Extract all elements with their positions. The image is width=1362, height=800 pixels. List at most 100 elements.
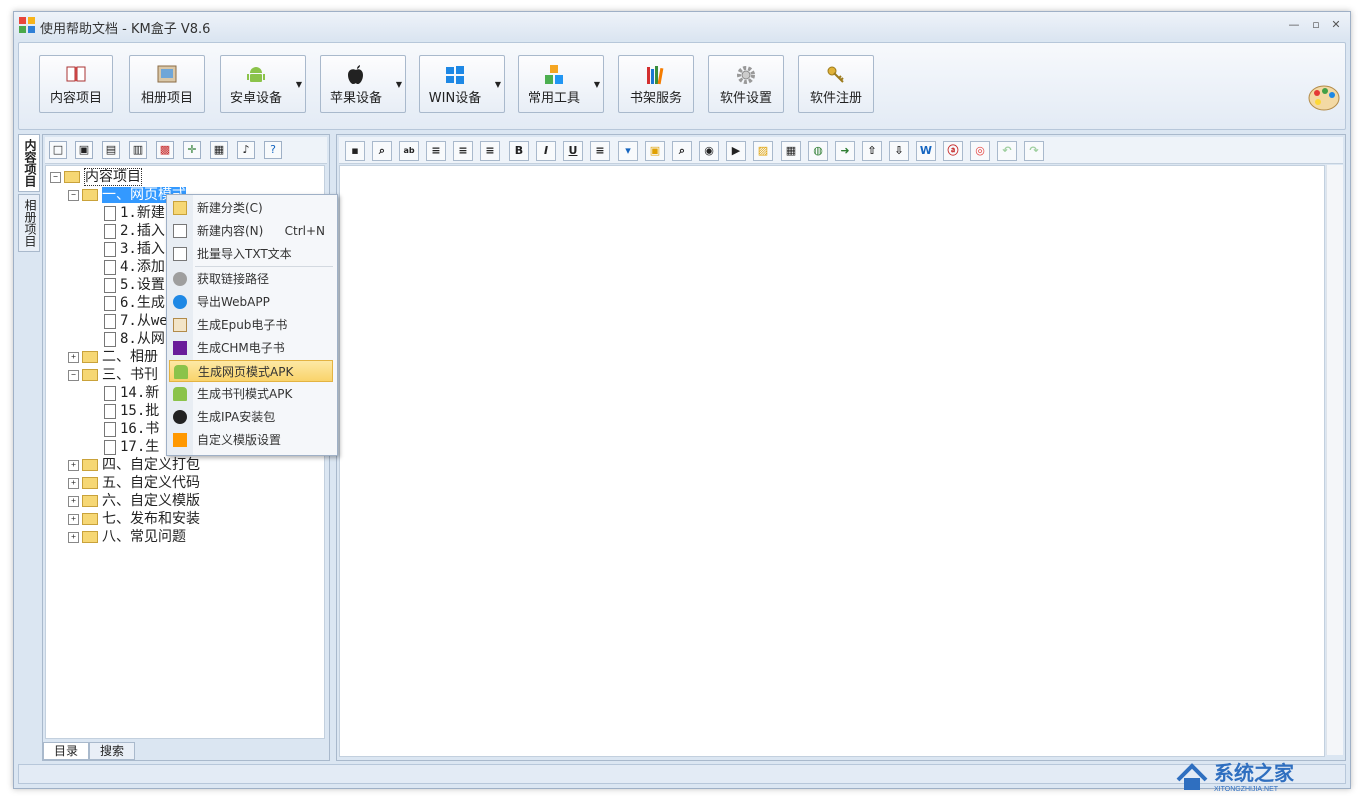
- import-text-icon[interactable]: ⇩: [889, 141, 909, 161]
- strikethrough-icon[interactable]: ≡: [590, 141, 610, 161]
- undo-icon[interactable]: ↶: [997, 141, 1017, 161]
- tree-leaf[interactable]: 4.添加: [104, 258, 165, 276]
- tree-node[interactable]: + 二、相册: [68, 348, 158, 366]
- document-icon: [104, 295, 116, 311]
- tab-directory[interactable]: 目录: [43, 742, 90, 760]
- import-text-icon: [173, 247, 187, 261]
- tree-leaf[interactable]: 14.新: [104, 384, 159, 402]
- insert-image-icon[interactable]: ▨: [753, 141, 773, 161]
- tree-leaf[interactable]: 8.从网: [104, 330, 165, 348]
- menu-item-export-webapp[interactable]: 导出WebAPP: [169, 291, 333, 313]
- chevron-down-icon[interactable]: ▼: [396, 80, 402, 89]
- import-icon[interactable]: ▤: [102, 141, 120, 159]
- apple-device-button[interactable]: 苹果设备 ▼: [320, 55, 406, 113]
- tree-node[interactable]: + 四、自定义打包: [68, 456, 200, 474]
- zoom-icon[interactable]: ⌕: [672, 141, 692, 161]
- menu-item-generate-epub[interactable]: 生成Epub电子书: [169, 314, 333, 336]
- help-icon[interactable]: ?: [264, 141, 282, 159]
- software-settings-button[interactable]: 软件设置: [708, 55, 784, 113]
- tree-leaf[interactable]: 16.书: [104, 420, 159, 438]
- dropdown-icon[interactable]: ▾: [618, 141, 638, 161]
- chrome-icon[interactable]: ◎: [970, 141, 990, 161]
- minimize-icon[interactable]: —: [1286, 18, 1302, 32]
- software-register-button[interactable]: 软件注册: [798, 55, 874, 113]
- chevron-down-icon[interactable]: ▼: [594, 80, 600, 89]
- bold-icon[interactable]: B: [509, 141, 529, 161]
- folder-icon: [82, 351, 98, 363]
- tree-root[interactable]: − 内容项目: [50, 168, 142, 186]
- save-icon[interactable]: ▪: [345, 141, 365, 161]
- find-icon[interactable]: ⌕: [372, 141, 392, 161]
- image-icon[interactable]: ▩: [156, 141, 174, 159]
- bookshelf-service-button[interactable]: 书架服务: [618, 55, 694, 113]
- pdf-icon[interactable]: ⓐ: [943, 141, 963, 161]
- link-icon[interactable]: ◍: [808, 141, 828, 161]
- tree-node[interactable]: + 八、常见问题: [68, 528, 186, 546]
- redo-icon[interactable]: ↷: [1024, 141, 1044, 161]
- editor-area[interactable]: [339, 165, 1325, 757]
- audio-icon[interactable]: ♪: [237, 141, 255, 159]
- menu-item-custom-template-settings[interactable]: 自定义模版设置: [169, 429, 333, 451]
- tree-leaf[interactable]: 1.新建: [104, 204, 165, 222]
- menu-item-generate-ipa[interactable]: 生成IPA安装包: [169, 406, 333, 428]
- color-icon[interactable]: ◉: [699, 141, 719, 161]
- close-icon[interactable]: ✕: [1328, 18, 1344, 32]
- word-icon[interactable]: W: [916, 141, 936, 161]
- open-folder-icon[interactable]: ▣: [75, 141, 93, 159]
- menu-item-new-category[interactable]: 新建分类(C): [169, 197, 333, 219]
- tree-leaf[interactable]: 15.批: [104, 402, 159, 420]
- folder-icon: [82, 459, 98, 471]
- tree-leaf[interactable]: 5.设置: [104, 276, 165, 294]
- editor-panel: ▪ ⌕ ab ≡ ≡ ≡ B I U ≡ ▾ ▣ ⌕ ◉ ▶ ▨ ▦ ◍ ➜ ⇧…: [336, 134, 1346, 761]
- document-icon: [104, 223, 116, 239]
- tab-search[interactable]: 搜索: [89, 742, 136, 760]
- document-icon: [104, 241, 116, 257]
- menu-item-batch-import-txt[interactable]: 批量导入TXT文本: [169, 243, 333, 265]
- common-tools-button[interactable]: 常用工具 ▼: [518, 55, 604, 113]
- maximize-icon[interactable]: ▫: [1308, 18, 1324, 32]
- underline-icon[interactable]: U: [563, 141, 583, 161]
- skin-palette-icon[interactable]: [1307, 83, 1341, 113]
- italic-icon[interactable]: I: [536, 141, 556, 161]
- book-icon: [40, 64, 112, 86]
- align-center-icon[interactable]: ≡: [453, 141, 473, 161]
- align-right-icon[interactable]: ≡: [480, 141, 500, 161]
- target-icon[interactable]: ✛: [183, 141, 201, 159]
- spellcheck-icon[interactable]: ab: [399, 141, 419, 161]
- tree-leaf[interactable]: 17.生: [104, 438, 159, 456]
- tree-node[interactable]: − 三、书刊: [68, 366, 158, 384]
- menu-item-get-link-path[interactable]: 获取链接路径: [169, 268, 333, 290]
- apple-icon: [173, 410, 187, 424]
- tab-content-project[interactable]: 内容项目: [18, 134, 40, 192]
- android-device-button[interactable]: 安卓设备 ▼: [220, 55, 306, 113]
- tab-album-project[interactable]: 相册项目: [18, 194, 40, 252]
- insert-file-icon[interactable]: ➜: [835, 141, 855, 161]
- qrcode-icon[interactable]: ▦: [210, 141, 228, 159]
- content-project-button[interactable]: 内容项目: [39, 55, 113, 113]
- chevron-down-icon[interactable]: ▼: [296, 80, 302, 89]
- align-left-icon[interactable]: ≡: [426, 141, 446, 161]
- menu-item-generate-chm[interactable]: 生成CHM电子书: [169, 337, 333, 359]
- tree-leaf[interactable]: 3.插入: [104, 240, 165, 258]
- album-project-button[interactable]: 相册项目: [129, 55, 205, 113]
- document-icon: [104, 259, 116, 275]
- tree-leaf[interactable]: 2.插入: [104, 222, 165, 240]
- export-icon[interactable]: ▥: [129, 141, 147, 159]
- tree-leaf[interactable]: 6.生成: [104, 294, 165, 312]
- insert-folder-icon[interactable]: ▣: [645, 141, 665, 161]
- tree-node[interactable]: + 五、自定义代码: [68, 474, 200, 492]
- chevron-down-icon[interactable]: ▼: [495, 80, 501, 89]
- menu-item-generate-web-apk[interactable]: 生成网页模式APK: [169, 360, 333, 382]
- vertical-scrollbar[interactable]: [1326, 165, 1343, 755]
- export-file-icon[interactable]: ⇧: [862, 141, 882, 161]
- home-template-icon: [173, 433, 187, 447]
- video-icon[interactable]: ▶: [726, 141, 746, 161]
- tree-node[interactable]: + 六、自定义模版: [68, 492, 200, 510]
- tree-node[interactable]: + 七、发布和安装: [68, 510, 200, 528]
- new-file-icon[interactable]: □: [49, 141, 67, 159]
- tree-leaf[interactable]: 7.从we: [104, 312, 168, 330]
- menu-item-new-content[interactable]: 新建内容(N) Ctrl+N: [169, 220, 333, 242]
- menu-item-generate-magazine-apk[interactable]: 生成书刊模式APK: [169, 383, 333, 405]
- table-icon[interactable]: ▦: [781, 141, 801, 161]
- win-device-button[interactable]: WIN设备 ▼: [419, 55, 505, 113]
